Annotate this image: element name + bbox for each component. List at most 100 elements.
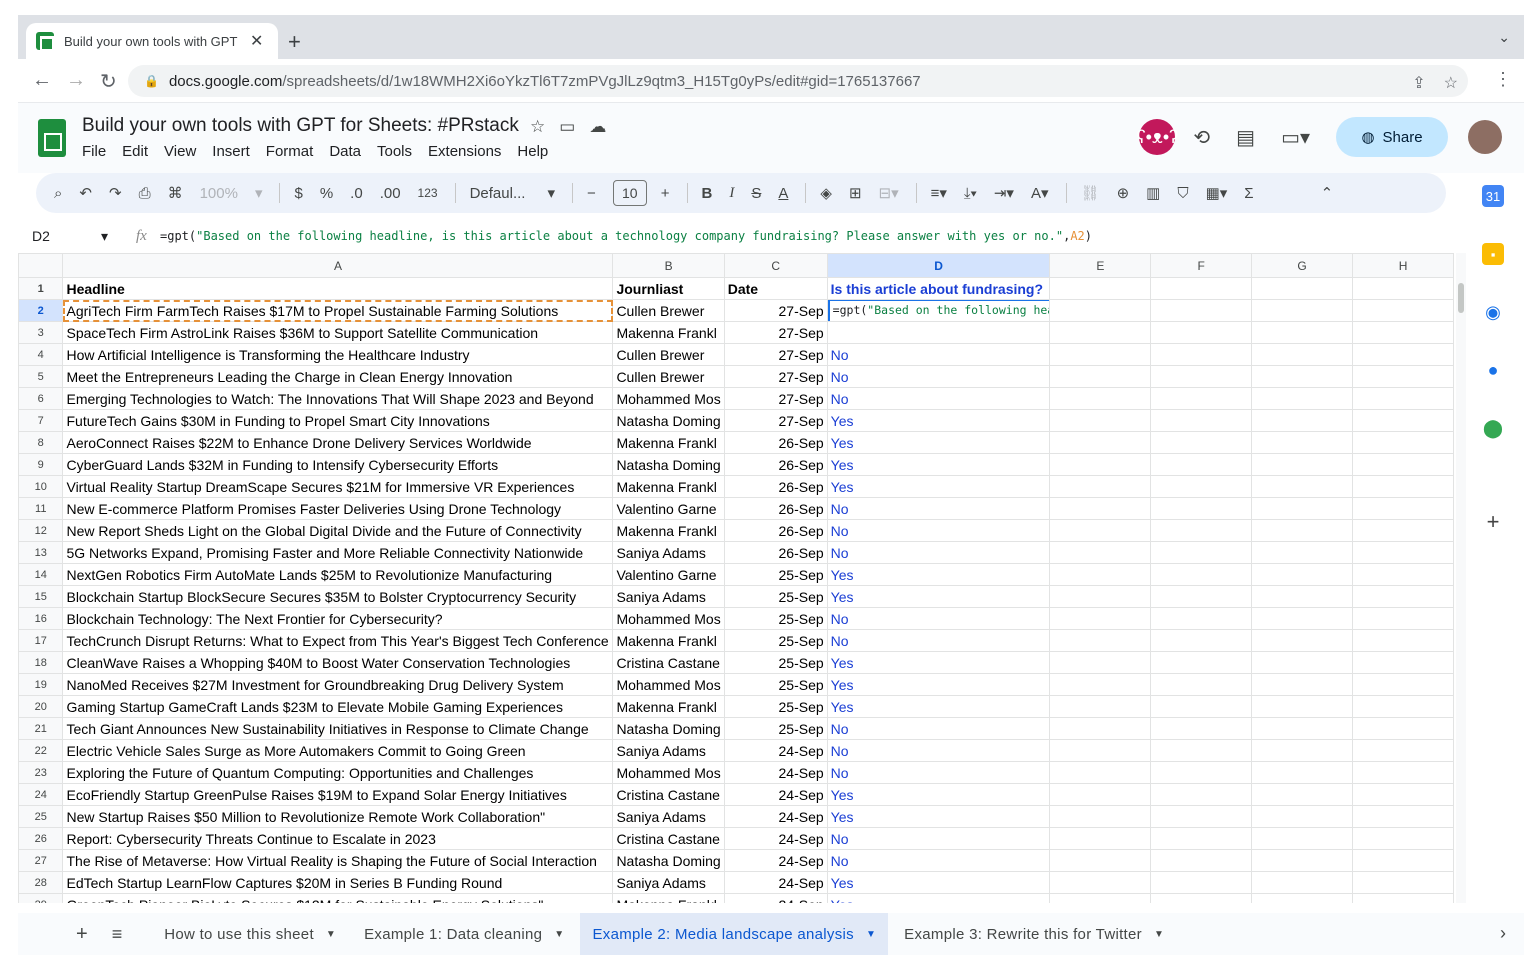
cell-answer[interactable]: No: [826, 761, 1051, 784]
cell-empty[interactable]: [1049, 695, 1152, 718]
cell-empty[interactable]: [1352, 321, 1454, 344]
sheet-tab[interactable]: How to use this sheet ▼: [152, 913, 348, 955]
cell-empty[interactable]: [1150, 871, 1253, 894]
cell-empty[interactable]: [1352, 739, 1454, 762]
cell-headline[interactable]: The Rise of Metaverse: How Virtual Reali…: [62, 849, 614, 872]
cell-date[interactable]: 25-Sep: [723, 607, 828, 630]
font-chevron-icon[interactable]: ▾: [547, 184, 555, 202]
cell-empty[interactable]: [1251, 431, 1354, 454]
horizontal-align-icon[interactable]: ≡▾: [931, 184, 947, 202]
cell-empty[interactable]: [1150, 805, 1253, 828]
column-header-d[interactable]: D: [826, 253, 1051, 278]
cell-empty[interactable]: [1352, 673, 1454, 696]
share-page-icon[interactable]: ⇪: [1412, 73, 1425, 93]
row-header[interactable]: 16: [18, 607, 64, 630]
cell-empty[interactable]: [1251, 783, 1354, 806]
row-header[interactable]: 29: [18, 893, 64, 903]
cell-empty[interactable]: [1150, 695, 1253, 718]
cell-empty[interactable]: [1049, 673, 1152, 696]
cell-empty[interactable]: [1352, 409, 1454, 432]
cell-empty[interactable]: [1251, 761, 1354, 784]
text-color-button[interactable]: A: [778, 185, 788, 202]
zoom-select[interactable]: 100%: [200, 185, 238, 202]
cell-date-header[interactable]: Date: [723, 277, 828, 300]
select-all-corner[interactable]: [18, 253, 64, 278]
cell-answer[interactable]: No: [826, 387, 1051, 410]
cell-answer[interactable]: No: [826, 629, 1051, 652]
cell-empty[interactable]: [1352, 431, 1454, 454]
cell-answer[interactable]: No: [826, 497, 1051, 520]
cell-date[interactable]: 25-Sep: [723, 563, 828, 586]
cell-date[interactable]: 24-Sep: [723, 827, 828, 850]
cell-date[interactable]: 26-Sep: [723, 475, 828, 498]
cell-journalist[interactable]: Makenna Frankl: [612, 519, 725, 542]
cell-empty[interactable]: [1049, 849, 1152, 872]
row-header[interactable]: 13: [18, 541, 64, 564]
cell-empty[interactable]: [1150, 629, 1253, 652]
cell-empty[interactable]: [1049, 497, 1152, 520]
column-header-g[interactable]: G: [1251, 253, 1354, 278]
cell-answer[interactable]: Yes: [826, 453, 1051, 476]
cell-answer[interactable]: Yes: [826, 651, 1051, 674]
cell-empty[interactable]: [1150, 431, 1253, 454]
cell-headline[interactable]: CyberGuard Lands $32M in Funding to Inte…: [62, 453, 614, 476]
cell-empty[interactable]: [1352, 651, 1454, 674]
name-box-chevron-icon[interactable]: ▾: [101, 228, 108, 245]
cell-journalist[interactable]: Makenna Frankl: [612, 629, 725, 652]
cell-empty[interactable]: [1352, 277, 1454, 300]
row-header[interactable]: 10: [18, 475, 64, 498]
row-header[interactable]: 21: [18, 717, 64, 740]
cell-journalist[interactable]: Saniya Adams: [612, 871, 725, 894]
cell-empty[interactable]: [1049, 893, 1152, 903]
fill-color-icon[interactable]: ◈: [820, 184, 832, 202]
insert-chart-icon[interactable]: ▥: [1146, 184, 1160, 202]
document-title[interactable]: Build your own tools with GPT for Sheets…: [82, 115, 519, 137]
cell-empty[interactable]: [1150, 761, 1253, 784]
sheets-logo-icon[interactable]: [38, 119, 66, 157]
cell-date[interactable]: 26-Sep: [723, 541, 828, 564]
row-header[interactable]: 25: [18, 805, 64, 828]
cell-empty[interactable]: [1049, 739, 1152, 762]
cell-journalist[interactable]: Makenna Frankl: [612, 893, 725, 903]
cell-date[interactable]: 27-Sep: [723, 299, 828, 322]
merge-cells-icon[interactable]: ⊟▾: [879, 184, 899, 202]
cell-headline[interactable]: TechCrunch Disrupt Returns: What to Expe…: [62, 629, 614, 652]
forward-arrow-icon[interactable]: →: [66, 69, 86, 92]
row-header[interactable]: 11: [18, 497, 64, 520]
url-input[interactable]: 🔒 docs.google.com/spreadsheets/d/1w18WMH…: [128, 65, 1468, 97]
cell-headline[interactable]: Exploring the Future of Quantum Computin…: [62, 761, 614, 784]
cell-date[interactable]: 27-Sep: [723, 387, 828, 410]
cell-journalist[interactable]: Saniya Adams: [612, 585, 725, 608]
insert-link-icon[interactable]: ⛓: [1081, 184, 1100, 202]
increase-font-size-icon[interactable]: +: [661, 185, 670, 202]
menu-tools[interactable]: Tools: [377, 143, 412, 160]
cell-journalist[interactable]: Mohammed Mos: [612, 607, 725, 630]
cell-answer[interactable]: Yes: [826, 563, 1051, 586]
cell-journalist[interactable]: Saniya Adams: [612, 805, 725, 828]
reload-icon[interactable]: ↻: [100, 69, 117, 94]
row-header[interactable]: 27: [18, 849, 64, 872]
cell-empty[interactable]: [1150, 673, 1253, 696]
cell-headline[interactable]: AgriTech Firm FarmTech Raises $17M to Pr…: [62, 299, 614, 322]
cell-empty[interactable]: [1251, 651, 1354, 674]
cell-answer[interactable]: No: [826, 365, 1051, 388]
row-header[interactable]: 18: [18, 651, 64, 674]
cell-empty[interactable]: [1352, 475, 1454, 498]
cell-headline[interactable]: Emerging Technologies to Watch: The Inno…: [62, 387, 614, 410]
cell-headline[interactable]: Report: Cybersecurity Threats Continue t…: [62, 827, 614, 850]
cell-date[interactable]: 24-Sep: [723, 893, 828, 903]
cell-empty[interactable]: [1150, 651, 1253, 674]
functions-icon[interactable]: Σ: [1244, 185, 1253, 202]
scrollbar-thumb[interactable]: [1458, 283, 1464, 313]
row-header[interactable]: 5: [18, 365, 64, 388]
cell-empty[interactable]: [1251, 321, 1354, 344]
cell-journalist[interactable]: Natasha Doming: [612, 409, 725, 432]
cell-empty[interactable]: [1049, 365, 1152, 388]
cell-answer[interactable]: Yes: [826, 431, 1051, 454]
cell-date[interactable]: 27-Sep: [723, 365, 828, 388]
cell-date[interactable]: 24-Sep: [723, 739, 828, 762]
menu-insert[interactable]: Insert: [212, 143, 250, 160]
cell-headline[interactable]: CleanWave Raises a Whopping $40M to Boos…: [62, 651, 614, 674]
cell-empty[interactable]: [1150, 717, 1253, 740]
cell-empty[interactable]: [1352, 761, 1454, 784]
